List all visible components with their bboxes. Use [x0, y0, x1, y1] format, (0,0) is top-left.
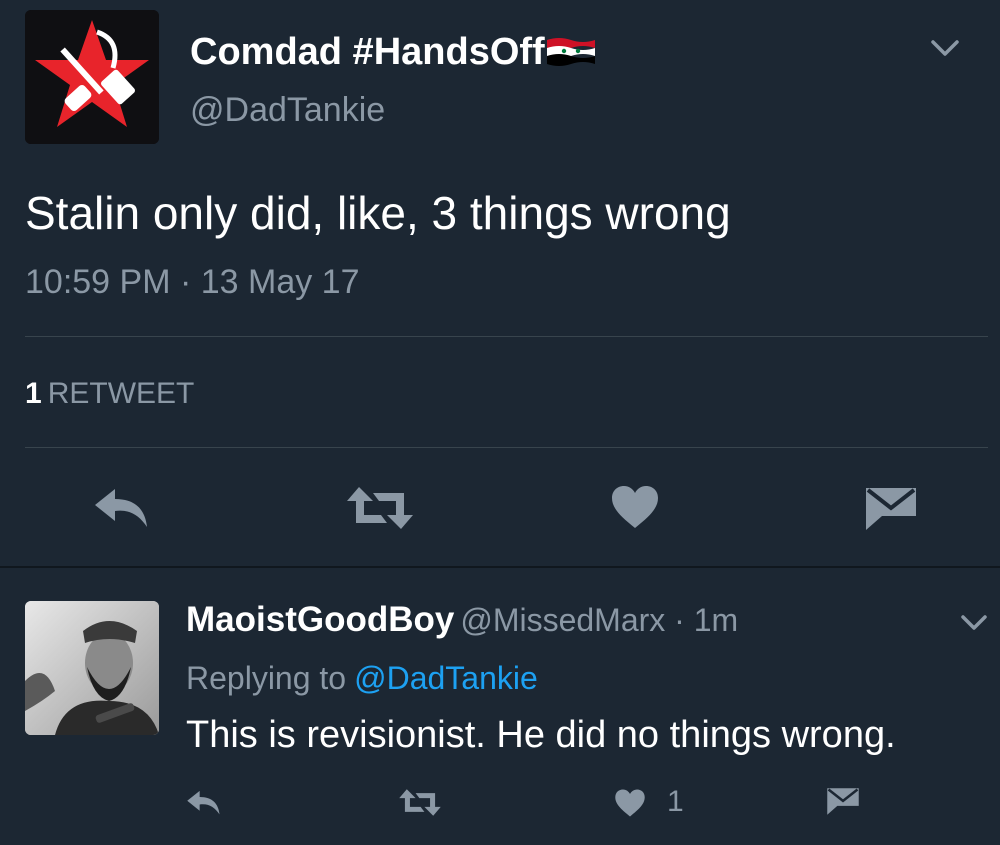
- reply-icon: [187, 790, 220, 815]
- portrait-photo-icon: [25, 601, 159, 735]
- red-star-hammer-spatula-icon: [25, 10, 159, 144]
- display-name[interactable]: Comdad #HandsOff: [190, 28, 595, 76]
- avatar[interactable]: [25, 10, 159, 144]
- chevron-down-icon[interactable]: [928, 34, 962, 62]
- replying-prefix: Replying to: [186, 660, 347, 696]
- section-divider: [0, 566, 1000, 568]
- direct-message-button[interactable]: [826, 787, 860, 816]
- direct-message-icon: [827, 788, 859, 815]
- retweet-icon: [399, 789, 441, 816]
- retweet-button[interactable]: [345, 487, 415, 529]
- user-handle[interactable]: @DadTankie: [190, 88, 385, 132]
- like-button[interactable]: [610, 484, 660, 530]
- chevron-down-icon[interactable]: [958, 610, 990, 636]
- replying-to: Replying to @DadTankie: [186, 656, 538, 700]
- like-button[interactable]: [614, 788, 646, 818]
- divider: [25, 447, 988, 448]
- display-name-text: Comdad #HandsOff: [190, 31, 545, 73]
- reply-avatar[interactable]: [25, 601, 159, 735]
- direct-message-button[interactable]: [864, 486, 918, 532]
- reply-handle-time: @MissedMarx · 1m: [460, 602, 739, 638]
- divider: [25, 336, 988, 337]
- reply-button[interactable]: [186, 788, 222, 816]
- reply-display-name[interactable]: MaoistGoodBoy: [186, 600, 454, 639]
- retweet-label: RETWEET: [47, 377, 195, 410]
- reply-text: This is revisionist. He did no things wr…: [186, 714, 896, 756]
- mention-link[interactable]: @DadTankie: [354, 660, 538, 696]
- heart-icon: [615, 789, 645, 817]
- tweet-text: Stalin only did, like, 3 things wrong: [25, 187, 731, 239]
- heart-icon: [612, 486, 658, 528]
- retweet-count: 1: [25, 377, 42, 410]
- syria-flag-icon: [546, 38, 595, 66]
- reply-header[interactable]: MaoistGoodBoy @MissedMarx · 1m: [186, 598, 738, 649]
- retweet-stats[interactable]: 1 RETWEET: [25, 374, 194, 414]
- direct-message-icon: [866, 488, 916, 530]
- like-count: 1: [667, 785, 684, 818]
- tweet-timestamp: 10:59 PM · 13 May 17: [25, 263, 360, 301]
- retweet-button[interactable]: [398, 789, 442, 816]
- reply-icon: [95, 489, 147, 527]
- reply-button[interactable]: [93, 485, 151, 529]
- retweet-icon: [347, 487, 413, 529]
